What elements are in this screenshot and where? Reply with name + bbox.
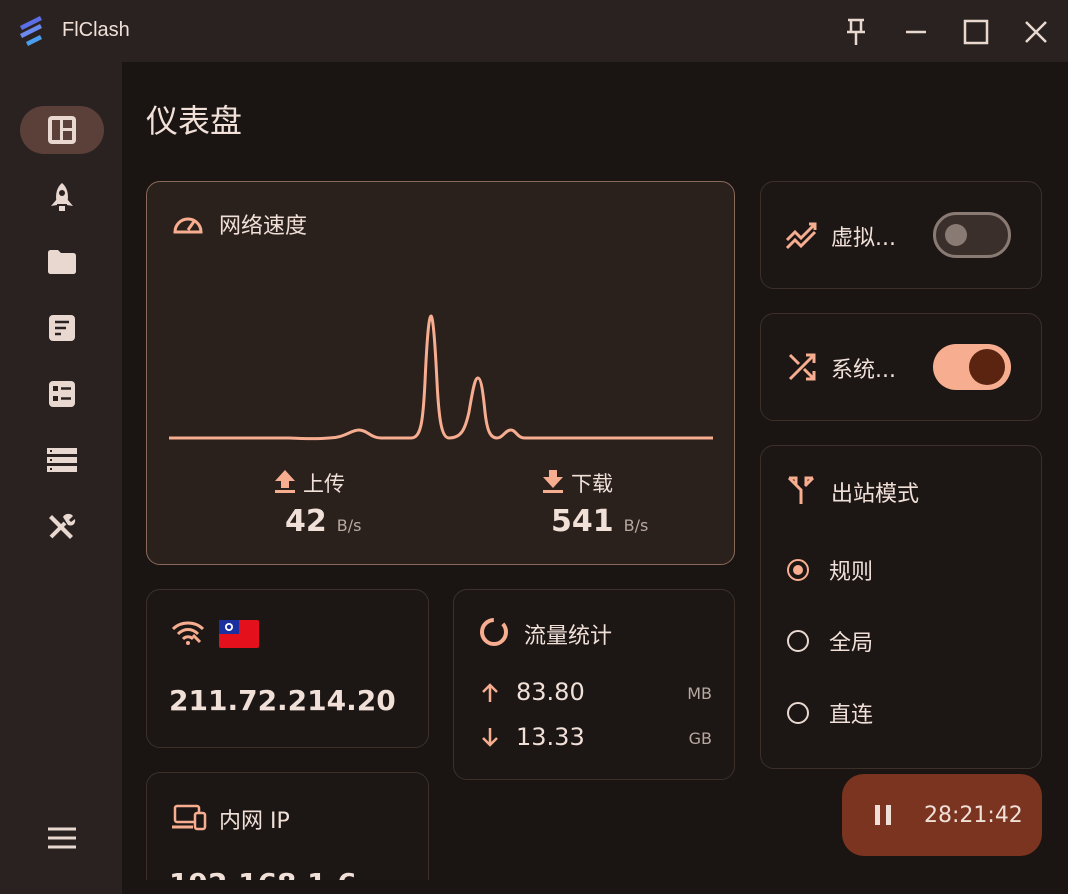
download-unit: B/s [623, 516, 649, 535]
pause-icon [875, 805, 891, 825]
download-icon [543, 470, 563, 493]
nav-tools[interactable] [20, 502, 104, 550]
speedometer-icon [173, 217, 203, 234]
pin-button[interactable] [836, 12, 876, 52]
download-label: 下载 [571, 472, 613, 496]
tun-toggle-knob [945, 224, 967, 246]
call-split-icon [787, 476, 815, 504]
log-icon [49, 315, 75, 341]
menu-button[interactable] [20, 814, 104, 862]
traffic-up-unit: MB [687, 684, 712, 703]
intranet-ip-value: 192.168.1.6 [169, 867, 357, 880]
system-proxy-toggle-knob [969, 349, 1005, 385]
pause-timer-button[interactable]: 28:21:42 [842, 774, 1042, 856]
radio-direct[interactable] [787, 702, 809, 724]
nav-proxies[interactable] [20, 174, 104, 222]
minimize-icon [906, 30, 926, 34]
shuffle-icon [788, 353, 816, 381]
app-logo-icon [20, 16, 42, 46]
nav-profiles[interactable] [20, 238, 104, 286]
radio-rule[interactable] [787, 559, 809, 581]
network-speed-card: 网络速度 上传 42 B/s 下载 541 B/s [146, 181, 735, 565]
pie-chart-icon [480, 618, 508, 646]
page-title: 仪表盘 [146, 102, 243, 140]
sidebar [0, 62, 122, 894]
dashboard-icon [48, 116, 76, 144]
nav-dashboard[interactable] [20, 106, 104, 154]
trending-icon [785, 222, 817, 250]
outbound-mode-card: 出站模式 规则 全局 直连 [760, 445, 1042, 769]
traffic-stats-card: 流量统计 83.80 MB 13.33 GB [453, 589, 735, 780]
traffic-down-unit: GB [688, 729, 712, 748]
list-icon [47, 448, 77, 472]
network-speed-title: 网络速度 [219, 214, 308, 239]
timer-value: 28:21:42 [924, 802, 1023, 828]
system-proxy-card: 系统... [760, 313, 1042, 421]
flag-icon [219, 620, 259, 648]
outbound-mode-title: 出站模式 [831, 482, 920, 507]
ip-address: 211.72.214.20 [169, 684, 396, 717]
tun-label: 虚拟... [831, 226, 896, 251]
pin-icon [847, 18, 865, 45]
tun-card: 虚拟... [760, 181, 1042, 289]
nav-connections[interactable] [20, 370, 104, 418]
speed-graph [169, 314, 713, 441]
upload-label: 上传 [303, 472, 345, 496]
maximize-icon [963, 19, 989, 45]
checklist-icon [49, 381, 75, 407]
arrow-up-icon [482, 683, 498, 702]
tun-toggle[interactable] [933, 212, 1011, 258]
system-proxy-label: 系统... [831, 358, 896, 383]
nav-requests[interactable] [20, 304, 104, 352]
rocket-icon [51, 183, 73, 211]
close-button[interactable] [1016, 12, 1056, 52]
traffic-down-value: 13.33 [516, 723, 585, 751]
arrow-down-icon [482, 728, 498, 747]
mode-option-rule[interactable]: 规则 [787, 554, 873, 586]
wifi-icon [171, 621, 205, 645]
nav-resources[interactable] [20, 436, 104, 484]
mode-option-direct[interactable]: 直连 [787, 697, 873, 729]
mode-direct-label: 直连 [829, 703, 874, 728]
mode-rule-label: 规则 [829, 560, 874, 585]
download-value: 541 [551, 504, 614, 539]
upload-value: 42 [285, 504, 327, 539]
app-window: FlClash 仪表盘 网络速度 上传 42 B/s 下载 541 B/s 21… [0, 0, 1068, 894]
devices-icon [172, 804, 207, 831]
mode-global-label: 全局 [829, 631, 874, 656]
folder-icon [48, 250, 76, 274]
upload-icon [275, 470, 295, 493]
upload-unit: B/s [336, 516, 362, 535]
system-proxy-toggle[interactable] [933, 344, 1011, 390]
mode-option-global[interactable]: 全局 [787, 625, 873, 657]
intranet-ip-card: 内网 IP 192.168.1.6 [146, 772, 429, 880]
tools-icon [49, 513, 76, 539]
close-icon [1025, 21, 1047, 43]
maximize-button[interactable] [956, 12, 996, 52]
app-title: FlClash [62, 19, 130, 41]
menu-icon [48, 827, 76, 849]
title-bar: FlClash [0, 0, 1068, 62]
main-content: 仪表盘 网络速度 上传 42 B/s 下载 541 B/s 211.72.214… [122, 62, 1068, 880]
radio-global[interactable] [787, 630, 809, 652]
intranet-ip-title: 内网 IP [219, 809, 290, 834]
traffic-title: 流量统计 [524, 624, 613, 649]
network-detection-card: 211.72.214.20 [146, 589, 429, 748]
minimize-button[interactable] [896, 12, 936, 52]
traffic-up-value: 83.80 [516, 678, 585, 706]
